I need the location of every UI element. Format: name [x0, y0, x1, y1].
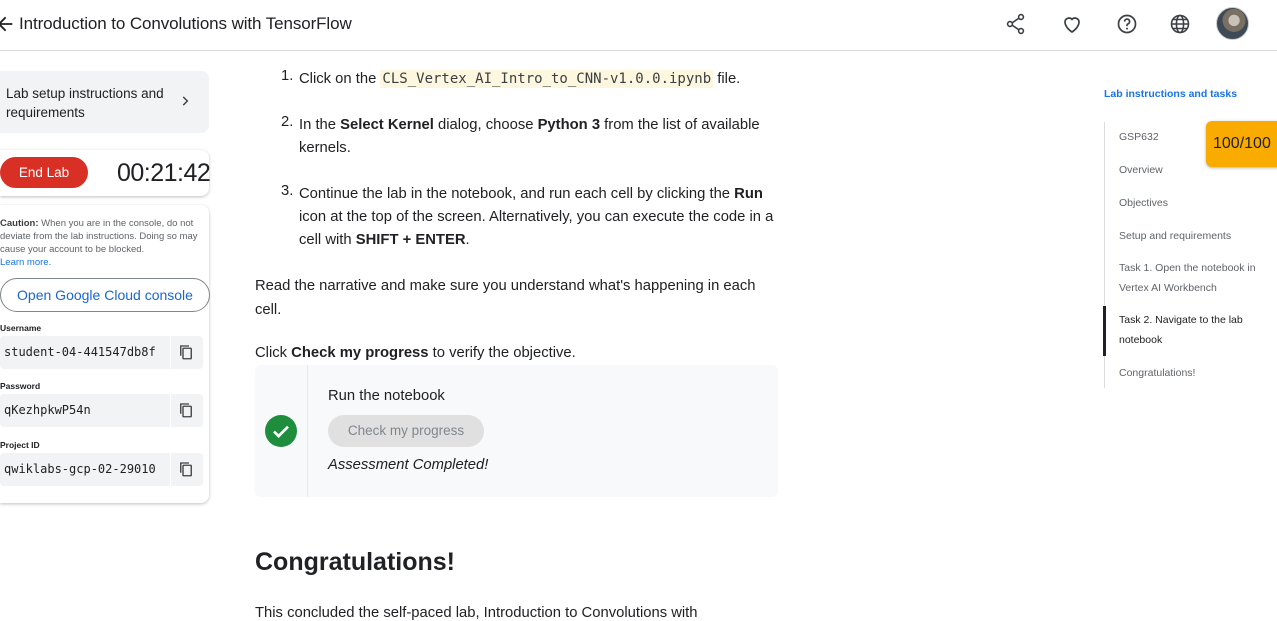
step-bold: SHIFT + ENTER [355, 232, 466, 248]
caution-label: Caution: [0, 218, 39, 229]
step-1: Click on the CLS_Vertex_AI_Intro_to_CNN-… [299, 68, 779, 91]
help-icon[interactable] [1115, 12, 1139, 36]
language-globe-icon[interactable] [1168, 12, 1192, 36]
progress-status-column [255, 365, 308, 497]
password-value[interactable]: qKezhpkwP54n [4, 403, 158, 417]
step-bold: Select Kernel [340, 117, 434, 133]
toc-item-task-2[interactable]: Task 2. Navigate to the lab notebook [1119, 311, 1269, 350]
copy-icon[interactable] [177, 401, 195, 419]
chevron-right-icon [182, 96, 189, 106]
step-2: In the Select Kernel dialog, choose Pyth… [299, 114, 779, 160]
step-text: Continue the lab in the notebook, and ru… [299, 186, 735, 202]
toc-item-objectives[interactable]: Objectives [1119, 194, 1269, 214]
username-label: Username [0, 323, 42, 333]
step-number: 2. [281, 114, 294, 130]
check-circle-icon [265, 415, 297, 447]
progress-check-box: Run the notebook Check my progress Asses… [255, 365, 778, 497]
user-avatar[interactable] [1216, 7, 1249, 40]
check-progress-button[interactable]: Check my progress [328, 415, 484, 447]
toc-title: Lab instructions and tasks [1104, 88, 1238, 100]
top-bar: Introduction to Convolutions with Tensor… [0, 0, 1277, 51]
toc-item-task-1[interactable]: Task 1. Open the notebook in Vertex AI W… [1119, 259, 1269, 298]
lab-setup-card[interactable]: Lab setup instructions and requirements [0, 71, 209, 133]
password-label: Password [0, 381, 41, 391]
notebook-filename: CLS_Vertex_AI_Intro_to_CNN-v1.0.0.ipynb [380, 70, 714, 88]
section-heading: Congratulations! [255, 548, 455, 576]
divider [170, 394, 171, 427]
task-title: Run the notebook [328, 388, 445, 404]
verify-text: Click [255, 345, 292, 361]
narrative-paragraph: Read the narrative and make sure you und… [255, 278, 756, 318]
concluded-paragraph: This concluded the self-paced lab, Intro… [255, 605, 698, 621]
copy-icon[interactable] [177, 460, 195, 478]
step-text: dialog, choose [433, 117, 538, 133]
open-console-button[interactable]: Open Google Cloud console [0, 278, 210, 312]
step-bold: Python 3 [537, 117, 601, 133]
back-arrow-icon[interactable] [0, 13, 16, 35]
verify-bold: Check my progress [291, 345, 429, 361]
assessment-status: Assessment Completed! [328, 457, 489, 473]
step-text: Click on the [299, 71, 381, 87]
project-id-value[interactable]: qwiklabs-gcp-02-29010 [4, 462, 158, 476]
credentials-panel: Caution: When you are in the console, do… [0, 205, 210, 503]
toc-item-congratulations[interactable]: Congratulations! [1119, 364, 1269, 384]
step-bold: Run [734, 186, 763, 202]
lab-timer-card: End Lab 00:21:42 [0, 150, 211, 196]
project-id-label: Project ID [0, 440, 40, 450]
step-number: 1. [281, 68, 294, 84]
page-title: Introduction to Convolutions with Tensor… [19, 14, 352, 33]
lab-timer: 00:21:42 [117, 159, 211, 187]
learn-more-link[interactable]: Learn more. [0, 256, 205, 269]
lab-setup-label: Lab setup instructions and requirements [6, 86, 164, 120]
project-id-field[interactable]: qwiklabs-gcp-02-29010 [0, 453, 203, 486]
username-value[interactable]: student-04-441547db8f [4, 345, 158, 359]
verify-paragraph: Click Check my progress to verify the ob… [255, 341, 780, 365]
heart-icon[interactable] [1060, 12, 1084, 36]
toc-active-indicator [1103, 306, 1106, 356]
username-field[interactable]: student-04-441547db8f [0, 336, 203, 369]
end-lab-button[interactable]: End Lab [0, 157, 88, 188]
step-text: In the [299, 117, 341, 133]
verify-text: to verify the objective. [428, 345, 576, 361]
step-number: 3. [281, 183, 294, 199]
share-icon[interactable] [1004, 12, 1028, 36]
copy-icon[interactable] [177, 343, 195, 361]
divider [170, 453, 171, 486]
toc-item-setup[interactable]: Setup and requirements [1119, 227, 1269, 247]
score-badge: 100/100 [1206, 121, 1277, 167]
step-text: . [465, 232, 470, 248]
divider [170, 336, 171, 369]
step-3: Continue the lab in the notebook, and ru… [299, 183, 781, 252]
caution-note: Caution: When you are in the console, do… [0, 217, 205, 269]
password-field[interactable]: qKezhpkwP54n [0, 394, 203, 427]
step-text: file. [713, 71, 741, 87]
